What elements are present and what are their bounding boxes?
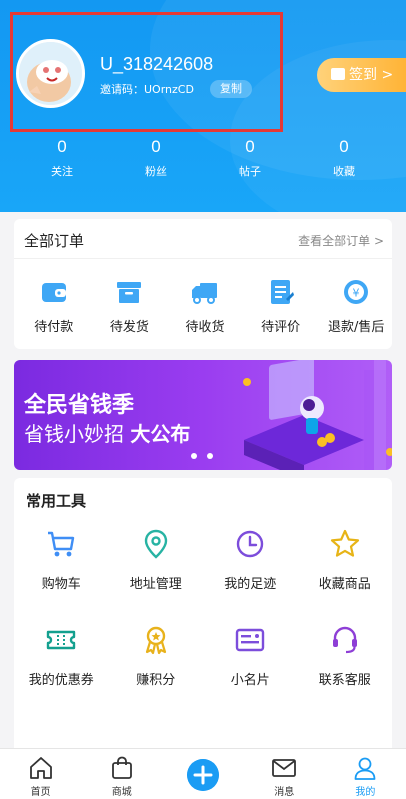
bag-icon: [111, 756, 132, 779]
tab-messages[interactable]: 消息: [244, 749, 325, 799]
stat-following[interactable]: 0 关注: [15, 137, 109, 179]
banner-headline: 全民省钱季: [24, 393, 135, 418]
order-label: 待付款: [34, 320, 74, 335]
tool-label: 赚积分: [136, 673, 176, 688]
tab-label: 消息: [274, 787, 295, 798]
medal-icon: [145, 626, 166, 655]
username: U_318242608: [100, 54, 214, 74]
svg-text:¥: ¥: [353, 287, 360, 300]
stat-label: 粉丝: [145, 165, 167, 178]
order-pending-payment[interactable]: 待付款: [18, 277, 90, 335]
clock-icon: [237, 530, 264, 558]
wallet-icon: [41, 283, 66, 302]
signin-button[interactable]: 签到 >: [317, 58, 406, 92]
star-icon: [330, 529, 359, 557]
signin-label: 签到 >: [349, 67, 394, 83]
tool-label: 我的优惠券: [28, 673, 94, 688]
gift-icon: [331, 68, 345, 80]
tool-customer-service[interactable]: 联系客服: [298, 624, 393, 688]
order-label: 待发货: [109, 320, 149, 335]
tool-coupons[interactable]: 我的优惠券: [14, 624, 109, 688]
tool-favorites[interactable]: 收藏商品: [298, 528, 393, 592]
tab-label: 商城: [111, 787, 132, 798]
stat-fans[interactable]: 0 粉丝: [109, 137, 203, 179]
stat-value: 0: [245, 137, 255, 156]
view-all-orders-link[interactable]: 查看全部订单 >: [298, 232, 384, 249]
stat-favorites[interactable]: 0 收藏: [297, 137, 391, 179]
carousel-dot[interactable]: [191, 453, 197, 459]
review-icon: [270, 280, 294, 304]
stat-label: 关注: [51, 165, 73, 178]
home-icon: [29, 757, 52, 779]
copy-invite-button[interactable]: 复制: [210, 80, 252, 98]
tab-publish[interactable]: [162, 749, 243, 799]
tool-label: 联系客服: [318, 673, 371, 688]
tool-label: 小名片: [230, 673, 270, 688]
banner-subline: 省钱小妙招 大公布: [24, 418, 190, 447]
stat-value: 0: [57, 137, 67, 156]
tool-label: 我的足迹: [224, 577, 277, 592]
refund-icon: ¥: [344, 280, 369, 304]
tool-footprint[interactable]: 我的足迹: [203, 528, 298, 592]
stat-value: 0: [339, 137, 349, 156]
banner-subline-b: 大公布: [130, 422, 191, 446]
box-icon: [117, 282, 142, 303]
invite-code: 邀请码：UOrnzCD: [100, 83, 194, 96]
orders-card: 全部订单 查看全部订单 > 待付款 待发货 待收货 待评价 ¥ 退款/售后: [14, 219, 392, 349]
tool-points[interactable]: 赚积分: [109, 624, 204, 688]
tab-mall[interactable]: 商城: [81, 749, 162, 799]
stat-label: 收藏: [333, 165, 355, 178]
tool-label: 购物车: [41, 577, 81, 592]
profile-header: U_318242608 邀请码：UOrnzCD 复制 签到 > 0 关注 0 粉…: [0, 0, 406, 212]
order-label: 待收货: [185, 320, 225, 335]
cart-icon: [48, 531, 75, 557]
banner-illustration: [243, 360, 392, 470]
stat-value: 0: [151, 137, 161, 156]
carousel-dot[interactable]: [207, 453, 213, 459]
order-label: 退款/售后: [327, 320, 385, 335]
tool-cart[interactable]: 购物车: [14, 528, 109, 592]
stat-posts[interactable]: 0 帖子: [203, 137, 297, 179]
avatar[interactable]: [16, 39, 85, 108]
tab-me[interactable]: 我的: [325, 749, 406, 799]
mail-icon: [272, 759, 297, 777]
truck-icon: [191, 283, 217, 304]
coupon-icon: [47, 630, 76, 650]
promo-banner[interactable]: 全民省钱季 省钱小妙招 大公布: [14, 360, 392, 470]
tool-label: 收藏商品: [318, 577, 371, 592]
tab-home[interactable]: 首页: [0, 749, 81, 799]
tab-label: 我的: [355, 787, 376, 798]
location-icon: [144, 529, 167, 559]
order-pending-review[interactable]: 待评价: [245, 277, 317, 335]
headset-icon: [332, 626, 357, 654]
tool-address[interactable]: 地址管理: [109, 528, 204, 592]
plus-icon: [187, 759, 219, 791]
order-refund[interactable]: ¥ 退款/售后: [320, 277, 392, 335]
bottom-tab-bar: 首页 商城 消息 我的: [0, 748, 406, 799]
orders-title: 全部订单: [24, 232, 85, 250]
tools-card: 常用工具 购物车 地址管理 我的足迹 收藏商品 我的优惠券 赚积分 小名片 联系…: [14, 478, 392, 748]
user-icon: [355, 757, 376, 780]
banner-subline-a: 省钱小妙招: [24, 422, 131, 446]
order-pending-receipt[interactable]: 待收货: [169, 277, 241, 335]
stats-row: 0 关注 0 粉丝 0 帖子 0 收藏: [15, 137, 391, 179]
card-icon: [236, 628, 265, 652]
stat-label: 帖子: [239, 165, 261, 178]
order-pending-shipment[interactable]: 待发货: [94, 277, 166, 335]
tools-title: 常用工具: [26, 492, 87, 510]
divider: [14, 258, 392, 259]
tool-business-card[interactable]: 小名片: [203, 624, 298, 688]
tab-label: 首页: [30, 787, 51, 798]
tool-label: 地址管理: [129, 577, 182, 592]
order-label: 待评价: [261, 320, 301, 335]
